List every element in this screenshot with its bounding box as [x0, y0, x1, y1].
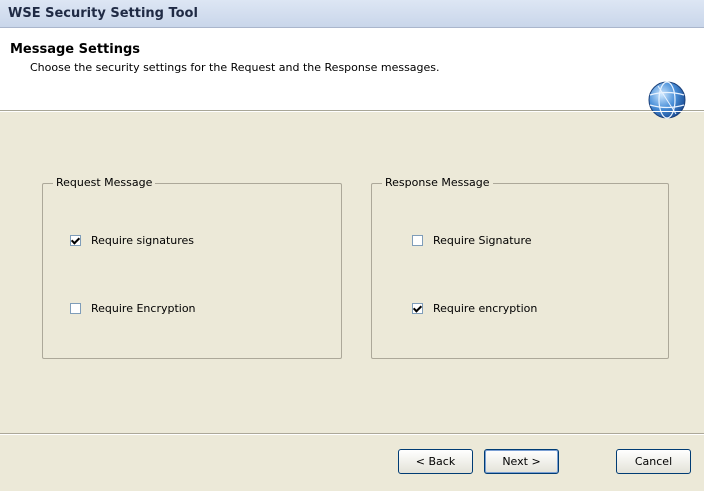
- require-signatures-checkbox[interactable]: [70, 235, 81, 246]
- require-encryption-response-checkbox[interactable]: [412, 303, 423, 314]
- wizard-window: WSE Security Setting Tool Message Settin…: [0, 0, 704, 491]
- page-subtitle: Choose the security settings for the Req…: [30, 61, 440, 74]
- require-signature-response-label: Require Signature: [433, 234, 532, 247]
- window-title: WSE Security Setting Tool: [8, 6, 198, 21]
- require-signature-response-option[interactable]: Require Signature: [412, 234, 532, 247]
- response-message-legend: Response Message: [382, 176, 493, 189]
- require-encryption-response-option[interactable]: Require encryption: [412, 302, 537, 315]
- require-encryption-request-checkbox[interactable]: [70, 303, 81, 314]
- wizard-header: Message Settings Choose the security set…: [0, 28, 704, 119]
- request-message-group: Request Message Require signatures Requi…: [42, 176, 342, 359]
- page-title: Message Settings: [10, 42, 141, 57]
- response-message-group: Response Message Require Signature Requi…: [371, 176, 669, 359]
- require-signature-response-checkbox[interactable]: [412, 235, 423, 246]
- next-button[interactable]: Next >: [484, 449, 559, 474]
- back-button[interactable]: < Back: [398, 449, 473, 474]
- require-encryption-response-label: Require encryption: [433, 302, 538, 315]
- globe-icon: [648, 81, 686, 119]
- title-bar: WSE Security Setting Tool: [0, 0, 704, 28]
- header-divider: [0, 111, 704, 112]
- require-signatures-option[interactable]: Require signatures: [70, 234, 194, 247]
- footer-divider: [0, 433, 704, 435]
- require-encryption-request-option[interactable]: Require Encryption: [70, 302, 196, 315]
- cancel-button[interactable]: Cancel: [616, 449, 691, 474]
- require-encryption-request-label: Require Encryption: [91, 302, 196, 315]
- request-message-legend: Request Message: [53, 176, 156, 189]
- require-signatures-label: Require signatures: [91, 234, 195, 247]
